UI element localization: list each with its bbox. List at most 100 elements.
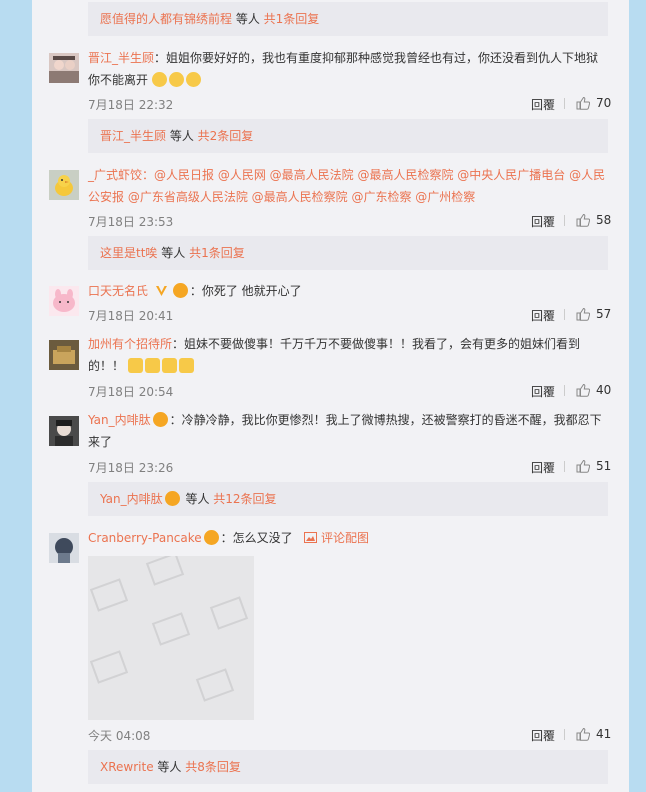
comment-username[interactable]: Cranberry-Pancake: [88, 531, 202, 545]
reply-button[interactable]: 回覆: [531, 727, 555, 744]
crying-emoji-icon: [151, 72, 167, 87]
comment-time: 今天 04:08: [88, 729, 151, 743]
hug-emoji-icon: [127, 358, 143, 373]
thumbs-up-icon: [576, 307, 590, 321]
reply-users-link[interactable]: 这里是tt唉: [100, 246, 157, 260]
reply-suffix: 等人: [157, 246, 190, 260]
like-count: 40: [596, 383, 612, 397]
reply-summary-box[interactable]: XRewrite 等人 共8条回复: [88, 750, 608, 784]
hug-emoji-icon: [161, 358, 177, 373]
reply-summary-box[interactable]: Yan_内啡肽 等人 共12条回复: [88, 482, 608, 516]
thumbs-up-icon: [576, 96, 590, 110]
comment-body-cont: 来了: [88, 435, 113, 449]
verified-v-icon: [155, 286, 167, 296]
comment-username[interactable]: 加州有个招待所: [88, 337, 172, 351]
comment-time: 7月18日 23:53: [88, 215, 174, 229]
like-button[interactable]: 41: [576, 727, 611, 741]
comment-text: 口天无名氏 ：你死了 他就开心了: [88, 280, 608, 302]
reply-count-link[interactable]: 共2条回复: [198, 129, 254, 143]
crying-emoji-icon: [185, 72, 201, 87]
reply-suffix: 等人: [232, 12, 264, 26]
avatar[interactable]: [49, 53, 79, 83]
thumbs-up-icon: [576, 727, 590, 741]
hug-emoji-icon: [144, 358, 160, 373]
comment-image-placeholder[interactable]: [88, 556, 254, 720]
member-badge-icon: [152, 412, 168, 427]
comment-body: ：冷静冷静，我比你更惨烈！我上了微博热搜，还被警察打的昏迷不醒，我都忍下: [169, 413, 602, 427]
like-button[interactable]: 40: [576, 383, 611, 397]
divider: [564, 729, 565, 740]
member-badge-icon: [164, 491, 180, 506]
reply-suffix: 等人: [166, 129, 198, 143]
mentions-text-cont[interactable]: 公安报 @广东省高级人民法院 @最高人民检察院 @广东检察 @广州检察: [88, 190, 475, 204]
comment-text: Yan_内啡肽 ：冷静冷静，我比你更惨烈！我上了微博热搜，还被警察打的昏迷不醒，我…: [88, 409, 608, 453]
reply-button[interactable]: 回覆: [531, 459, 555, 476]
like-count: 41: [596, 727, 612, 741]
comment-body: ：你死了 他就开心了: [189, 284, 302, 298]
reply-count-link[interactable]: 共1条回复: [264, 12, 320, 26]
comment-body-cont: 你不能离开: [88, 73, 149, 87]
avatar[interactable]: [49, 286, 79, 316]
reply-button[interactable]: 回覆: [531, 96, 555, 113]
image-icon: [304, 532, 318, 543]
reply-suffix: 等人: [181, 492, 214, 506]
avatar[interactable]: [49, 170, 79, 200]
like-button[interactable]: 58: [576, 213, 611, 227]
like-count: 58: [596, 213, 612, 227]
member-badge-icon: [172, 283, 188, 298]
thumbs-up-icon: [576, 213, 590, 227]
comment-body: ：姐妹不要做傻事！千万千万不要做傻事！！我看了，会有更多的姐妹们看到: [172, 337, 581, 351]
reply-summary-box[interactable]: 这里是tt唉 等人 共1条回复: [88, 236, 608, 270]
comment-username[interactable]: Yan_内啡肽: [88, 413, 151, 427]
avatar[interactable]: [49, 416, 79, 446]
comment-username[interactable]: _广式虾饺: [88, 168, 142, 182]
divider: [564, 385, 565, 396]
comment-body-cont: 的！！: [88, 359, 125, 373]
reply-summary-box[interactable]: 愿值得的人都有锦绣前程 等人 共1条回复: [88, 2, 608, 36]
comment-text: 加州有个招待所：姐妹不要做傻事！千万千万不要做傻事！！我看了，会有更多的姐妹们看…: [88, 333, 608, 377]
avatar[interactable]: [49, 533, 79, 563]
comment-username[interactable]: 口天无名氏: [88, 284, 148, 298]
comment-body: ：姐姐你要好好的，我也有重度抑郁那种感觉我曾经也有过，你还没看到仇人下地狱: [154, 51, 599, 65]
reply-summary-box[interactable]: 晋江_半生顾 等人 共2条回复: [88, 119, 608, 153]
reply-users-link[interactable]: Yan_内啡肽: [100, 492, 163, 506]
comment-text: Cranberry-Pancake ：怎么又没了 评论配图: [88, 527, 608, 549]
comment-image-label[interactable]: 评论配图: [321, 531, 369, 545]
like-count: 70: [596, 96, 612, 110]
like-count: 57: [596, 307, 612, 321]
like-button[interactable]: 70: [576, 96, 611, 110]
crying-emoji-icon: [168, 72, 184, 87]
comment-time: 7月18日 20:41: [88, 309, 174, 323]
divider: [564, 98, 565, 109]
member-badge-icon: [203, 530, 219, 545]
divider: [564, 309, 565, 320]
reply-users-link[interactable]: 晋江_半生顾: [100, 129, 166, 143]
avatar[interactable]: [49, 340, 79, 370]
divider: [564, 461, 565, 472]
divider: [564, 215, 565, 226]
hug-emoji-icon: [178, 358, 194, 373]
reply-count-link[interactable]: 共8条回复: [185, 760, 241, 774]
thumbs-up-icon: [576, 459, 590, 473]
reply-button[interactable]: 回覆: [531, 307, 555, 324]
comment-username[interactable]: 晋江_半生顾: [88, 51, 154, 65]
image-placeholder-icon: [89, 556, 249, 702]
reply-count-link[interactable]: 共12条回复: [213, 492, 276, 506]
comment-time: 7月18日 23:26: [88, 461, 174, 475]
like-count: 51: [596, 459, 612, 473]
mentions-text[interactable]: ：@人民日报 @人民网 @最高人民法院 @最高人民检察院 @中央人民广播电台 @…: [142, 168, 605, 182]
reply-suffix: 等人: [153, 760, 186, 774]
comment-time: 7月18日 20:54: [88, 385, 174, 399]
reply-count-link[interactable]: 共1条回复: [189, 246, 245, 260]
reply-users-link[interactable]: XRewrite: [100, 760, 154, 774]
comment-text: 晋江_半生顾：姐姐你要好好的，我也有重度抑郁那种感觉我曾经也有过，你还没看到仇人…: [88, 47, 608, 91]
thumbs-up-icon: [576, 383, 590, 397]
comment-text: _广式虾饺：@人民日报 @人民网 @最高人民法院 @最高人民检察院 @中央人民广…: [88, 164, 608, 208]
reply-button[interactable]: 回覆: [531, 383, 555, 400]
like-button[interactable]: 57: [576, 307, 611, 321]
reply-button[interactable]: 回覆: [531, 213, 555, 230]
comment-image-link[interactable]: 评论配图: [304, 531, 369, 545]
like-button[interactable]: 51: [576, 459, 611, 473]
comment-body: ：怎么又没了: [220, 531, 293, 545]
reply-users-link[interactable]: 愿值得的人都有锦绣前程: [100, 12, 232, 26]
